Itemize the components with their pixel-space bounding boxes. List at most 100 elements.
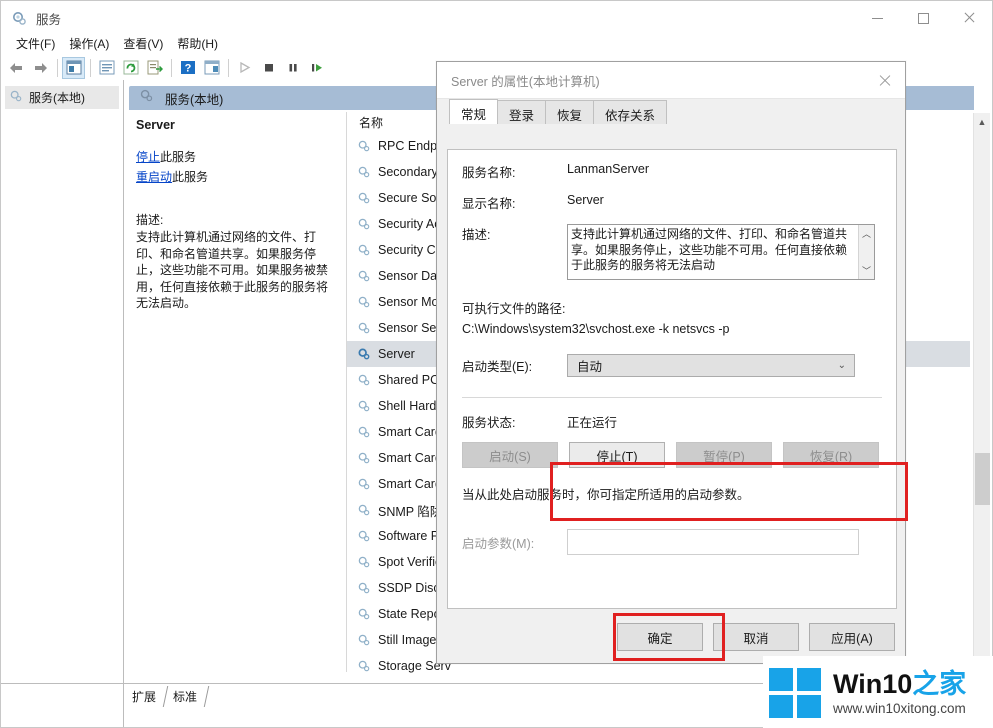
- restart-service-icon[interactable]: [305, 57, 328, 79]
- description-textarea[interactable]: 支持此计算机通过网络的文件、打印、和命名管道共享。如果服务停止，这些功能不可用。…: [567, 224, 875, 280]
- stop-button-label: 停止(T): [596, 449, 638, 464]
- scroll-down-arrow-icon[interactable]: ﹀: [862, 264, 871, 277]
- scrollbar-thumb[interactable]: [975, 453, 990, 505]
- startup-type-select[interactable]: 自动 ⌄: [567, 354, 855, 377]
- service-name-label: 服务名称:: [462, 166, 516, 180]
- list-vertical-scrollbar[interactable]: ▲: [973, 113, 990, 672]
- services-window: 服务 文件(F) 操作(A) 查看(V) 帮助(H) ? 服务(本地) 服务(本…: [0, 0, 993, 728]
- menu-file[interactable]: 文件(F): [9, 33, 62, 54]
- tab-logon[interactable]: 登录: [497, 100, 547, 124]
- tab-extended[interactable]: 扩展: [122, 686, 169, 707]
- start-button-label: 启动(S): [489, 449, 531, 464]
- tab-extended-label: 扩展: [132, 690, 157, 704]
- refresh-icon[interactable]: [119, 57, 142, 79]
- window-titlebar: 服务: [1, 1, 992, 35]
- watermark-brand: Win10之家: [833, 669, 966, 699]
- pause-button-label: 暂停(P): [703, 449, 745, 464]
- ok-button[interactable]: 确定: [617, 623, 703, 651]
- scroll-up-arrow-icon[interactable]: ▲: [974, 113, 990, 130]
- dialog-close-button[interactable]: [863, 62, 905, 98]
- start-button[interactable]: 启动(S): [462, 442, 558, 468]
- executable-path-value: C:\Windows\system32\svchost.exe -k netsv…: [462, 322, 730, 336]
- minimize-button[interactable]: [854, 1, 900, 35]
- description-text: 支持此计算机通过网络的文件、打印、和命名管道共享。如果服务停止，这些功能不可用。…: [571, 227, 848, 272]
- toolbar-separator: [171, 58, 172, 77]
- service-status-row: 服务状态: 正在运行: [448, 412, 896, 431]
- toolbar-separator: [90, 58, 91, 77]
- startup-params-label: 启动参数(M):: [462, 536, 535, 551]
- display-name-row: 显示名称: Server: [448, 193, 896, 212]
- forward-icon[interactable]: [29, 57, 52, 79]
- display-name-value: Server: [567, 193, 604, 207]
- stop-service-icon[interactable]: [257, 57, 280, 79]
- pause-service-icon[interactable]: [281, 57, 304, 79]
- apply-button[interactable]: 应用(A): [809, 623, 895, 651]
- watermark-brand-main: Win10: [833, 669, 913, 699]
- services-node-icon: [139, 88, 154, 108]
- tab-dependencies[interactable]: 依存关系: [593, 100, 668, 124]
- show-action-pane-icon[interactable]: [200, 57, 223, 79]
- windows-logo-icon: [769, 667, 821, 718]
- description-scrollbar[interactable]: ︿ ﹀: [858, 225, 874, 279]
- dialog-tabs: 常规 登录 恢复 依存关系: [437, 99, 905, 124]
- maximize-button[interactable]: [900, 1, 946, 35]
- service-gear-icon: [357, 295, 371, 309]
- sidebar-item-services-local[interactable]: 服务(本地): [5, 86, 119, 109]
- service-gear-icon: [357, 659, 371, 673]
- stop-service-link[interactable]: 停止: [136, 150, 160, 164]
- properties-icon[interactable]: [95, 57, 118, 79]
- section-divider: [462, 397, 882, 398]
- restart-service-link[interactable]: 重启动: [136, 170, 172, 184]
- service-gear-icon: [357, 633, 371, 647]
- startup-params-row: 启动参数(M):: [448, 529, 896, 555]
- stop-service-link-suffix: 此服务: [160, 150, 197, 164]
- services-node-icon: [9, 89, 23, 106]
- resume-button-label: 恢复(R): [809, 449, 853, 464]
- export-list-icon[interactable]: [143, 57, 166, 79]
- menu-help[interactable]: 帮助(H): [170, 33, 225, 54]
- stop-button[interactable]: 停止(T): [569, 442, 665, 468]
- tab-general[interactable]: 常规: [449, 99, 499, 124]
- service-gear-icon: [357, 347, 371, 361]
- services-gear-icon: [10, 9, 28, 27]
- help-icon[interactable]: ?: [176, 57, 199, 79]
- service-gear-icon: [357, 529, 371, 543]
- dialog-title: Server 的属性(本地计算机): [451, 74, 600, 89]
- back-icon[interactable]: [5, 57, 28, 79]
- service-gear-icon: [357, 321, 371, 335]
- display-name-label: 显示名称:: [462, 197, 516, 211]
- tab-standard-label: 标准: [173, 690, 198, 704]
- service-gear-icon: [357, 399, 371, 413]
- scroll-up-arrow-icon[interactable]: ︿: [862, 227, 871, 240]
- restart-service-link-row: 重启动此服务: [136, 168, 329, 185]
- pause-button[interactable]: 暂停(P): [676, 442, 772, 468]
- column-header-name: 名称: [359, 116, 384, 130]
- resume-button[interactable]: 恢复(R): [783, 442, 879, 468]
- startup-params-input[interactable]: [567, 529, 859, 555]
- stop-service-link-row: 停止此服务: [136, 148, 329, 165]
- tab-dependencies-label: 依存关系: [605, 109, 656, 123]
- service-status-value: 正在运行: [567, 416, 618, 430]
- dialog-footer-buttons: 确定 取消 应用(A): [617, 623, 895, 651]
- close-button[interactable]: [946, 1, 992, 35]
- service-name-cell: Smart Card: [378, 425, 442, 439]
- start-service-icon[interactable]: [233, 57, 256, 79]
- service-name-cell: Server: [378, 347, 415, 361]
- tab-recovery[interactable]: 恢复: [545, 100, 595, 124]
- service-name-cell: SNMP 陷阱: [378, 504, 443, 519]
- tab-logon-label: 登录: [509, 109, 535, 123]
- menu-action[interactable]: 操作(A): [62, 33, 116, 54]
- site-watermark: Win10之家 www.win10xitong.com: [763, 656, 993, 728]
- tab-standard[interactable]: 标准: [163, 686, 210, 707]
- bottom-left-cell: [1, 684, 124, 727]
- description-row: 描述: 支持此计算机通过网络的文件、打印、和命名管道共享。如果服务停止，这些功能…: [448, 224, 896, 280]
- startup-type-label: 启动类型(E):: [462, 360, 533, 374]
- service-gear-icon: [357, 607, 371, 621]
- service-control-buttons: 启动(S) 停止(T) 暂停(P) 恢复(R): [448, 442, 896, 468]
- console-tree-pane: 服务(本地): [1, 80, 124, 684]
- menu-view[interactable]: 查看(V): [116, 33, 170, 54]
- service-gear-icon: [357, 217, 371, 231]
- cancel-button[interactable]: 取消: [713, 623, 799, 651]
- show-tree-icon[interactable]: [62, 56, 85, 79]
- description-label: 描述:: [462, 228, 491, 242]
